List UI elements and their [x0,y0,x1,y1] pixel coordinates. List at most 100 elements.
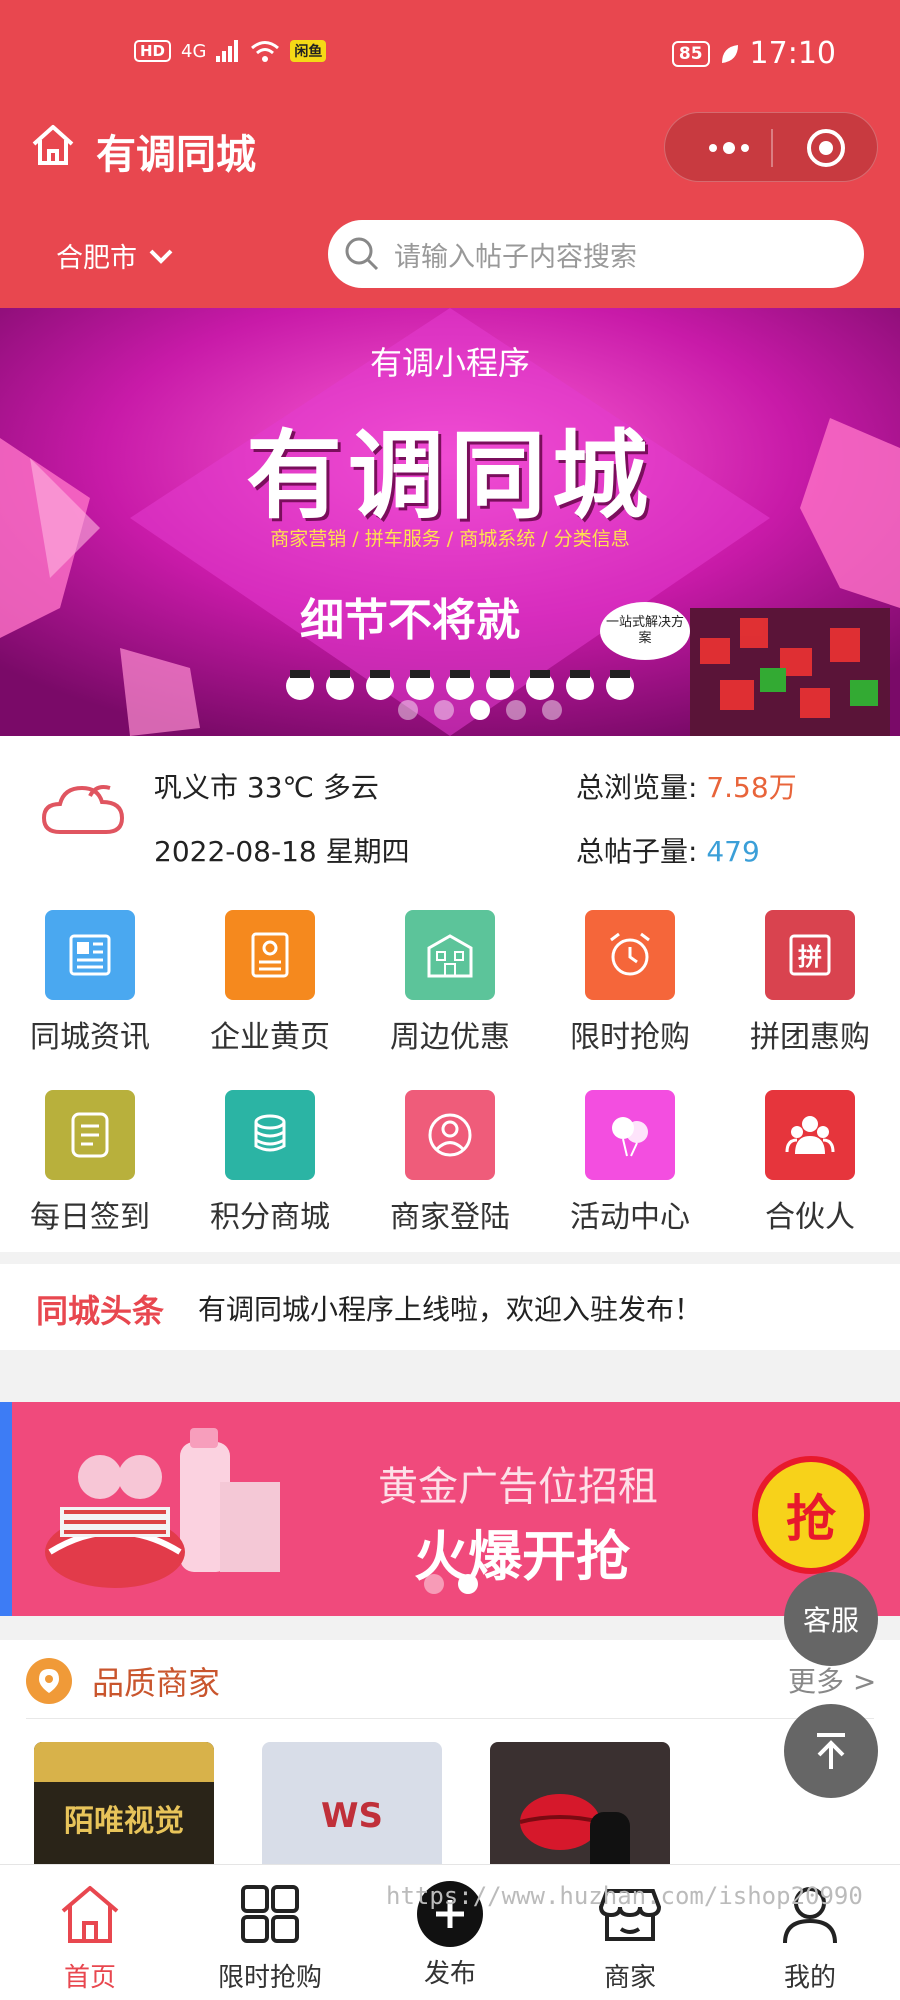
alarm-clock-icon [585,910,675,1000]
banner-dot-active[interactable] [470,700,490,720]
category-item[interactable]: 同城资讯 [0,886,180,1056]
cloudy-weather-icon [41,785,125,834]
id-card-icon [225,910,315,1000]
status-right: 85 17:10 [671,36,836,71]
tab-home[interactable]: 首页 [0,1877,180,1997]
headline-text[interactable]: 有调同城小程序上线啦，欢迎入驻发布！ [198,1288,702,1328]
ad-pagination [424,1574,478,1594]
merchants-title: 品质商家 [92,1664,221,1702]
xianyu-badge: 闲鱼 [290,40,327,62]
more-link[interactable]: 更多 > [788,1660,876,1700]
category-label: 商家登陆 [390,1200,510,1235]
category-item[interactable]: 周边优惠 [360,886,540,1056]
banner-slogan: 细节不将就 [300,595,520,646]
banner-subtitle: 有调小程序 [369,344,530,382]
headline-bar[interactable]: 同城头条 有调同城小程序上线啦，欢迎入驻发布！ [0,1264,900,1350]
merchant-card[interactable]: 陌唯视觉 [34,1742,214,1864]
tab-label: 商家 [603,1963,656,1993]
tab-label: 我的 [783,1963,836,1993]
banner-dot[interactable] [398,700,418,720]
category-item[interactable]: 限时抢购 [540,886,720,1056]
category-item[interactable]: 企业黄页 [180,886,360,1056]
clock: 17:10 [749,36,836,71]
capsule-divider [771,129,773,167]
views-stat: 总浏览量: 7.58万 [576,766,797,806]
promo-banner[interactable]: 有调小程序 有调同城 商家营销 / 拼车服务 / 商城系统 / 分类信息 细节不… [0,308,900,736]
more-menu-icon[interactable] [695,135,773,161]
ad-edge-stripe [0,1402,12,1616]
status-left: HD 4G 闲鱼 [134,40,327,62]
city-label: 合肥市 [56,243,137,274]
quality-merchants: 品质商家 更多 > 陌唯视觉 WS [0,1640,900,1864]
category-item[interactable]: 合伙人 [720,1066,900,1236]
banner-services: 商家营销 / 拼车服务 / 商城系统 / 分类信息 [270,528,630,550]
category-label: 周边优惠 [390,1020,510,1055]
signal-icon [216,40,239,62]
ad-grab-badge[interactable]: 抢 [752,1456,870,1574]
balloons-icon [585,1090,675,1180]
views-label: 总浏览量: [576,771,698,804]
newspaper-icon [45,910,135,1000]
coins-icon [225,1090,315,1180]
city-info-panel: 巩义市 33℃ 多云 2022-08-18 星期四 总浏览量: 7.58万 总帖… [0,736,900,886]
category-item[interactable]: 活动中心 [540,1066,720,1236]
tab-label: 首页 [63,1963,116,1993]
network-label: 4G [181,40,207,62]
merchant-card-name: 陌唯视觉 [64,1804,184,1839]
banner-pagination [398,700,562,720]
ad-dot[interactable] [424,1574,444,1594]
tab-flash-sale[interactable]: 限时抢购 [180,1877,360,1997]
banner-dot[interactable] [506,700,526,720]
category-item[interactable]: 每日签到 [0,1066,180,1236]
category-item[interactable]: 商家登陆 [360,1066,540,1236]
posts-label: 总帖子量: [576,835,698,868]
title-bar: 有调同城 [0,108,900,188]
card-image-lips [519,1794,630,1864]
category-grid: 同城资讯 企业黄页 周边优惠 限时抢购拼拼团惠购每日签到 积分商城 商家登陆 活动中心 合伙人 [0,886,900,1252]
city-selector[interactable]: 合肥市 [56,236,175,275]
header: HD 4G 闲鱼 85 17:10 有调同城 合肥市 请输入帖子内容搜索 [0,0,900,308]
building-icon [405,910,495,1000]
ad-product-image [45,1428,280,1588]
customer-service-button[interactable]: 客服 [784,1572,878,1666]
headline-tag: 同城头条 [36,1292,165,1330]
back-to-top-button[interactable] [784,1704,878,1798]
svg-text:拼: 拼 [798,943,822,971]
page-title: 有调同城 [96,132,256,178]
posts-value: 479 [706,835,760,868]
ad-dot-active[interactable] [458,1574,478,1594]
chevron-down-icon [149,249,173,264]
ad-headline: 黄金广告位招租 [378,1464,658,1510]
merchant-card[interactable] [490,1742,670,1864]
arrow-up-icon [817,1733,845,1769]
merchant-card[interactable]: WS [262,1742,442,1864]
home-icon [61,1886,119,1943]
user-circle-icon [405,1090,495,1180]
category-item[interactable]: 拼拼团惠购 [720,886,900,1056]
home-icon[interactable] [30,122,76,168]
banner-dot[interactable] [434,700,454,720]
wifi-icon [251,41,280,62]
partners-icon [765,1090,855,1180]
category-label: 积分商城 [210,1200,330,1235]
divider [26,1718,874,1719]
status-bar: HD 4G 闲鱼 85 17:10 [0,30,900,84]
category-item[interactable]: 积分商城 [180,1066,360,1236]
date-text: 2022-08-18 星期四 [154,835,410,868]
category-label: 合伙人 [765,1200,855,1235]
location-pin-icon [26,1658,72,1704]
search-input[interactable]: 请输入帖子内容搜索 [328,220,864,288]
weather-text: 巩义市 33℃ 多云 [154,771,379,804]
group-buy-icon: 拼 [765,910,855,1000]
tab-label: 限时抢购 [217,1963,322,1993]
search-icon [345,237,379,271]
battery-icon: 85 [671,40,710,67]
category-label: 活动中心 [570,1200,690,1235]
banner-dot[interactable] [542,700,562,720]
posts-stat: 总帖子量: 479 [576,830,760,870]
close-target-icon[interactable] [805,127,847,169]
tab-label: 发布 [423,1959,476,1989]
ad-banner[interactable]: 黄金广告位招租 火爆开抢 抢 [0,1402,900,1616]
category-label: 每日签到 [30,1200,150,1235]
checklist-icon [45,1090,135,1180]
